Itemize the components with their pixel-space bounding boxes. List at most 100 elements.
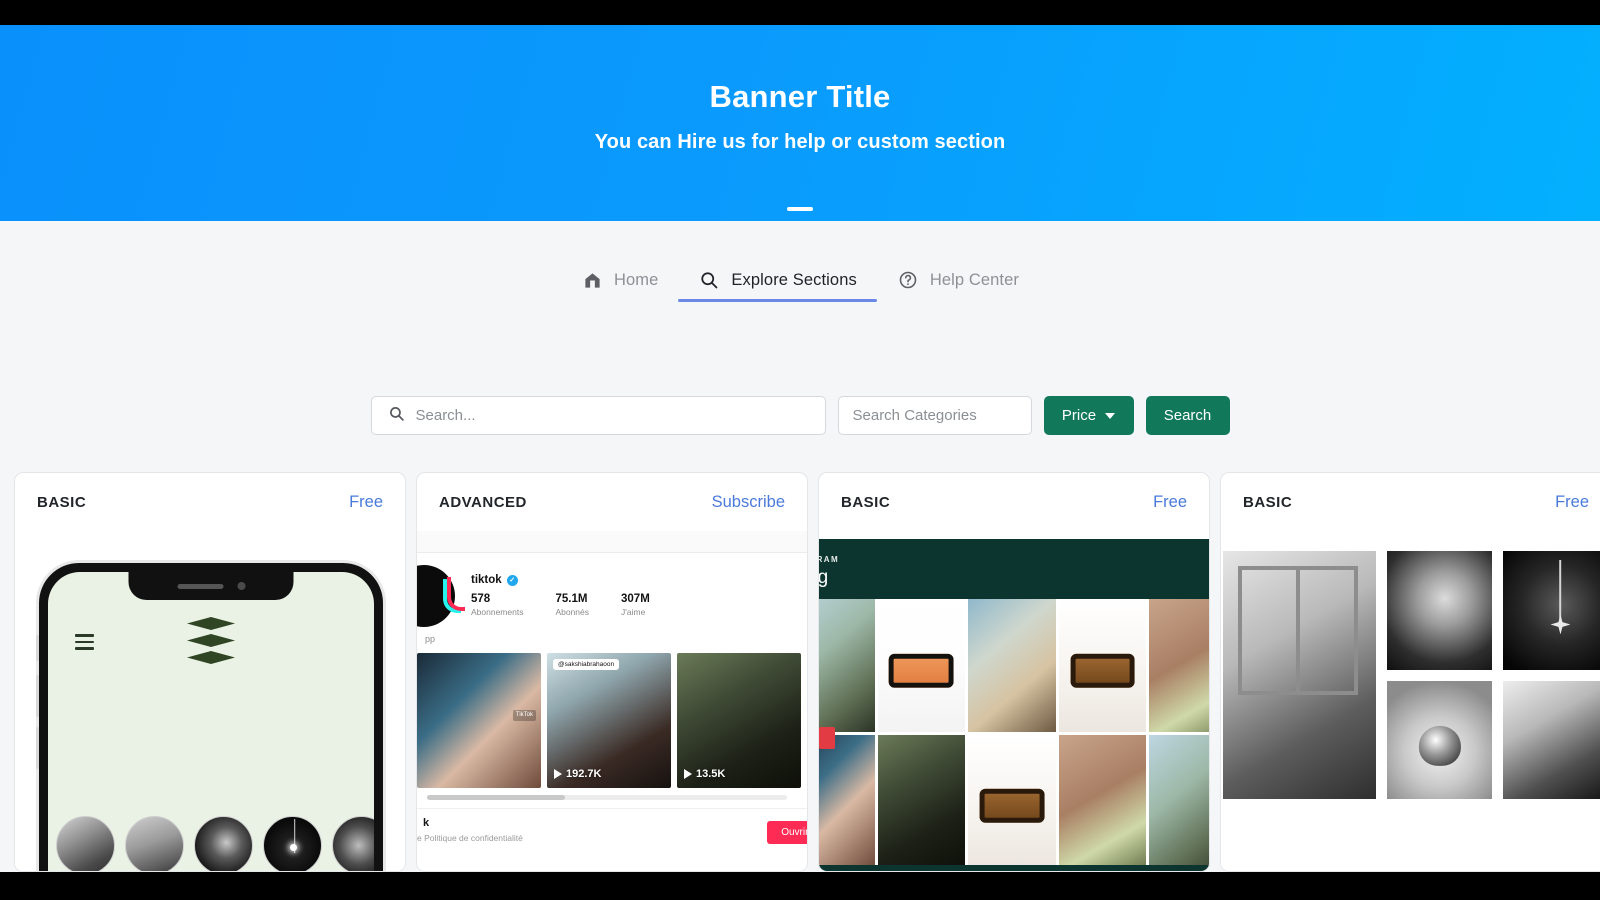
photo-tile[interactable]: [1149, 735, 1209, 868]
price-dropdown-button[interactable]: Price: [1044, 396, 1134, 435]
screen-root: Banner Title You can Hire us for help or…: [0, 0, 1600, 900]
photo-tile[interactable]: [968, 599, 1056, 732]
search-field-wrapper[interactable]: [371, 396, 826, 435]
photo-tile[interactable]: [1503, 681, 1600, 800]
play-count: 192.7K: [554, 768, 601, 780]
stat-value: 307M: [621, 593, 650, 605]
layers-icon: [187, 617, 235, 664]
play-icon: [554, 769, 562, 779]
card-header: BASIC Free: [819, 473, 1209, 531]
collection-thumb: [263, 816, 322, 871]
section-card[interactable]: BASIC Free GRAM ag: [818, 472, 1210, 872]
photo-tile[interactable]: [1223, 551, 1376, 799]
search-icon: [388, 405, 405, 427]
tab-explore-sections-label: Explore Sections: [731, 271, 856, 290]
search-categories-input[interactable]: [853, 407, 1017, 424]
tab-help-center[interactable]: Help Center: [877, 260, 1039, 302]
instagram-kicker: GRAM: [819, 555, 839, 564]
card-price-link[interactable]: Subscribe: [712, 493, 785, 512]
hamburger-icon[interactable]: [75, 634, 94, 650]
home-icon: [581, 269, 603, 291]
play-count: 13.5K: [684, 768, 725, 780]
stat-label: Abonnements: [471, 607, 523, 617]
sunglasses-product: [889, 653, 954, 687]
question-circle-icon: [897, 269, 919, 291]
photo-tile[interactable]: [1503, 551, 1600, 670]
instagram-title: ag: [819, 567, 828, 589]
card-price-link[interactable]: Free: [1153, 493, 1187, 512]
card-header: BASIC Free: [15, 473, 405, 531]
collection-item[interactable]: COLLECTION: [56, 816, 115, 871]
stat-value: 75.1M: [555, 593, 589, 605]
search-submit-button[interactable]: Search: [1146, 396, 1230, 435]
tiktok-app-word: pp: [425, 634, 435, 644]
collection-item[interactable]: COLLECTION: [125, 816, 184, 871]
card-price-link[interactable]: Free: [349, 493, 383, 512]
card-preview-image: COLLECTION COLLECTION COLLECTION: [15, 531, 405, 871]
star-pendant-detail: [1550, 614, 1570, 634]
tiktok-handle-text: tiktok: [471, 574, 502, 586]
banner-divider-dash: [787, 207, 813, 211]
play-icon: [684, 769, 692, 779]
card-tier-badge: ADVANCED: [439, 494, 527, 511]
video-thumb[interactable]: 13.5K: [677, 653, 801, 788]
search-toolbar: Price Search: [0, 396, 1600, 435]
tab-home-label: Home: [614, 271, 658, 290]
jewelry-photo-grid: [1223, 551, 1600, 799]
video-thumb[interactable]: @sakshiabrahaoon 192.7K: [547, 653, 671, 788]
photo-tile[interactable]: [1059, 599, 1147, 732]
photo-tile[interactable]: [1387, 681, 1493, 800]
tab-home[interactable]: Home: [561, 260, 678, 302]
open-tiktok-button[interactable]: Ouvrir Ti: [767, 821, 807, 844]
search-input[interactable]: [416, 407, 825, 424]
photo-tile[interactable]: [878, 599, 966, 732]
chevron-down-icon: [1105, 413, 1115, 419]
photo-tile[interactable]: [1059, 735, 1147, 868]
privacy-policy-text: e Politique de confidentialité: [417, 833, 523, 843]
decorative-red-chip: [819, 727, 835, 749]
collection-thumb: [332, 816, 374, 871]
stat-item: 578 Abonnements: [471, 593, 523, 617]
video-thumb[interactable]: TikTok: [417, 653, 541, 788]
photo-tile[interactable]: [819, 735, 875, 868]
photo-tile[interactable]: [819, 599, 875, 732]
card-preview-image: [1221, 531, 1600, 871]
active-tab-underline: [678, 299, 876, 302]
tiktok-tag-chip: @sakshiabrahaoon: [553, 659, 619, 670]
stat-value: 578: [471, 593, 523, 605]
tab-help-center-label: Help Center: [930, 271, 1019, 290]
ring-detail: [1419, 726, 1461, 766]
card-tier-badge: BASIC: [841, 494, 890, 511]
collection-item[interactable]: COLLECTION: [332, 816, 374, 871]
collection-item[interactable]: COLLECTION: [263, 816, 322, 871]
photo-tile[interactable]: [1387, 551, 1493, 670]
banner-title: Banner Title: [0, 25, 1600, 115]
section-card[interactable]: BASIC Free: [14, 472, 406, 872]
section-nav: Home Explore Sections: [0, 221, 1600, 341]
card-header: BASIC Free: [1221, 473, 1600, 531]
jewelry-mosaic-preview: [1221, 531, 1600, 871]
letterbox-top: [0, 0, 1600, 25]
stat-item: 307M J'aime: [621, 593, 650, 617]
photo-tile[interactable]: [968, 735, 1056, 868]
instagram-photo-grid: [819, 599, 1209, 867]
window-frame-detail: [1238, 566, 1357, 695]
horizontal-scrollbar[interactable]: [427, 795, 787, 800]
collection-row: COLLECTION COLLECTION COLLECTION: [56, 816, 374, 871]
card-preview-image: GRAM ag: [819, 531, 1209, 871]
card-preview-image: tiktok ✓ 578 Abonnements 75.1M Abonnés: [417, 531, 807, 871]
hero-banner: Banner Title You can Hire us for help or…: [0, 25, 1600, 221]
photo-tile[interactable]: [1149, 599, 1209, 732]
tiktok-watermark: TikTok: [513, 710, 536, 722]
tiktok-handle: tiktok ✓: [471, 574, 518, 586]
tiktok-stats: 578 Abonnements 75.1M Abonnés 307M J'aim…: [471, 593, 650, 617]
section-card[interactable]: ADVANCED Subscribe tiktok ✓: [416, 472, 808, 872]
photo-tile[interactable]: [878, 735, 966, 868]
price-dropdown-label: Price: [1062, 407, 1096, 424]
collection-item[interactable]: COLLECTION: [194, 816, 253, 871]
verified-badge-icon: ✓: [507, 575, 518, 586]
card-price-link[interactable]: Free: [1555, 493, 1589, 512]
section-card[interactable]: BASIC Free: [1220, 472, 1600, 872]
category-field-wrapper[interactable]: [838, 396, 1032, 435]
tab-explore-sections[interactable]: Explore Sections: [678, 260, 876, 302]
